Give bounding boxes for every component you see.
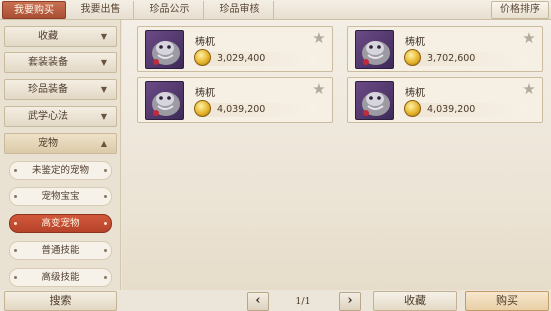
subitem-unidentified-pets[interactable]: 未鉴定的宠物 (9, 161, 112, 180)
coin-icon (404, 100, 421, 117)
search-button[interactable]: 搜索 (4, 291, 117, 311)
tab-buy[interactable]: 我要购买 (2, 1, 66, 19)
page-indicator: 1/1 (295, 296, 311, 307)
item-list: 梼杌 3,029,400 ★ 梼杌 3,702,600 ★ 梼杌 4,039,2… (122, 20, 551, 290)
subitem-pet-babies[interactable]: 宠物宝宝 (9, 187, 112, 206)
coin-icon (194, 100, 211, 117)
subitem-normal-skills[interactable]: 普通技能 (9, 241, 112, 260)
subitem-label: 普通技能 (41, 245, 80, 256)
item-name: 梼杌 (195, 88, 215, 99)
item-name: 梼杌 (195, 37, 215, 48)
bullet-icon (104, 169, 107, 172)
subitem-advanced-skills[interactable]: 高级技能 (9, 268, 112, 287)
chevron-down-icon: ▼ (100, 85, 107, 94)
bullet-icon (14, 249, 17, 252)
category-favorites[interactable]: 收藏 ▼ (4, 26, 117, 47)
item-name: 梼杌 (405, 88, 425, 99)
tab-sell[interactable]: 我要出售 (68, 1, 134, 19)
price-bar: 4,039,200 (194, 100, 316, 117)
chevron-down-icon: ▼ (100, 32, 107, 41)
price-bar: 3,029,400 (194, 49, 316, 66)
coin-icon (194, 49, 211, 66)
price-bar: 3,702,600 (404, 49, 526, 66)
item-card[interactable]: 梼杌 3,702,600 ★ (347, 26, 543, 72)
subitem-label: 高级技能 (41, 272, 80, 283)
subitem-label: 未鉴定的宠物 (31, 165, 89, 176)
item-price: 3,702,600 (427, 53, 476, 64)
bullet-icon (104, 249, 107, 252)
category-label: 收藏 (38, 31, 58, 42)
subitem-mutated-pets[interactable]: 高变宠物 (9, 214, 112, 233)
category-label: 珍品装备 (28, 84, 68, 95)
price-sort-button[interactable]: 价格排序 (491, 1, 549, 19)
tab-bar: 我要购买 我要出售 珍品公示 珍品审核 价格排序 (0, 0, 551, 20)
item-card[interactable]: 梼杌 3,029,400 ★ (137, 26, 333, 72)
category-label: 宠物 (38, 138, 58, 149)
bullet-icon (14, 169, 17, 172)
chevron-down-icon: ▼ (100, 58, 107, 67)
taowu-pet-icon (145, 81, 184, 120)
item-card[interactable]: 梼杌 4,039,200 ★ (347, 77, 543, 123)
category-treasure-equipment[interactable]: 珍品装备 ▼ (4, 79, 117, 100)
item-name: 梼杌 (405, 37, 425, 48)
item-price: 3,029,400 (217, 53, 266, 64)
item-card[interactable]: 梼杌 4,039,200 ★ (137, 77, 333, 123)
taowu-pet-icon (355, 30, 394, 69)
star-icon[interactable]: ★ (520, 30, 538, 46)
tab-treasure-review[interactable]: 珍品审核 (206, 1, 274, 19)
tab-treasure-display[interactable]: 珍品公示 (136, 1, 204, 19)
buy-button[interactable]: 购买 (465, 291, 549, 311)
chevron-up-icon: ▲ (100, 139, 107, 148)
bullet-icon (104, 195, 107, 198)
category-label: 套装装备 (28, 57, 68, 68)
subitem-label: 宠物宝宝 (41, 191, 80, 202)
coin-icon (404, 49, 421, 66)
bullet-icon (104, 222, 107, 225)
category-sidebar: 收藏 ▼ 套装装备 ▼ 珍品装备 ▼ 武学心法 ▼ 宠物 ▲ 未鉴定的宠物 宠物… (0, 20, 121, 290)
subitem-label: 高变宠物 (41, 218, 80, 229)
category-suit-equipment[interactable]: 套装装备 ▼ (4, 52, 117, 73)
bullet-icon (14, 195, 17, 198)
favorite-button[interactable]: 收藏 (373, 291, 457, 311)
category-label: 武学心法 (28, 111, 68, 122)
bullet-icon (104, 276, 107, 279)
chevron-down-icon: ▼ (100, 112, 107, 121)
taowu-pet-icon (355, 81, 394, 120)
prev-page-button[interactable]: ‹ (247, 292, 269, 311)
item-price: 4,039,200 (217, 104, 266, 115)
next-page-button[interactable]: › (339, 292, 361, 311)
bullet-icon (14, 276, 17, 279)
category-martial-arts[interactable]: 武学心法 ▼ (4, 106, 117, 127)
bullet-icon (14, 222, 17, 225)
star-icon[interactable]: ★ (310, 30, 328, 46)
item-price: 4,039,200 (427, 104, 476, 115)
star-icon[interactable]: ★ (310, 81, 328, 97)
category-pets[interactable]: 宠物 ▲ (4, 133, 117, 154)
star-icon[interactable]: ★ (520, 81, 538, 97)
taowu-pet-icon (145, 30, 184, 69)
price-bar: 4,039,200 (404, 100, 526, 117)
